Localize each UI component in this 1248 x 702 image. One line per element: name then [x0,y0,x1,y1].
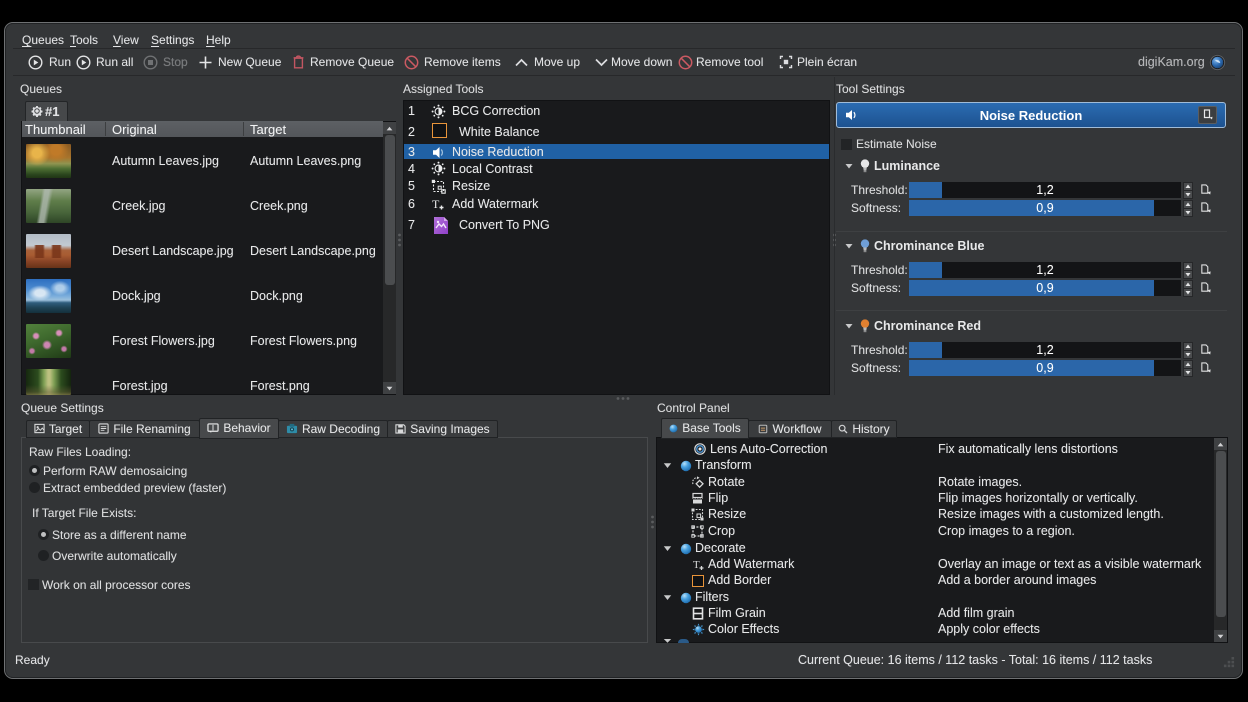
svg-text:T: T [693,559,700,571]
svg-text:T: T [432,197,440,211]
